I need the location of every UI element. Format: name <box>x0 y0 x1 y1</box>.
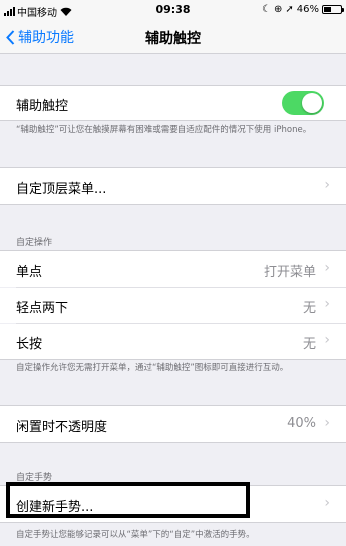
orientation-lock-icon: ⊕ <box>273 4 283 15</box>
chevron-right-icon: › <box>324 260 330 276</box>
assistive-touch-row: 辅助触控 <box>0 86 346 120</box>
custom-gestures-footnote: 自定手势让您能够记录可以从“菜单”下的“自定”中激活的手势。 <box>16 530 255 540</box>
chevron-right-icon: › <box>324 177 330 193</box>
action-label: 单点 <box>16 265 43 280</box>
customize-menu-row[interactable]: 自定顶层菜单... › <box>0 168 346 204</box>
assistive-touch-label: 辅助触控 <box>16 99 69 114</box>
action-value: 打开菜单 <box>263 265 316 280</box>
idle-opacity-row[interactable]: 闲置时不透明度 40% › <box>0 406 346 442</box>
custom-actions-footnote: 自定操作允许您无需打开菜单，通过“辅助触控”图标即可直接进行互动。 <box>16 363 289 373</box>
battery-percent: 46% <box>296 4 319 15</box>
action-value: 无 <box>302 301 316 316</box>
action-label: 长按 <box>16 337 43 352</box>
custom-actions-header: 自定操作 <box>16 238 53 248</box>
chevron-right-icon: › <box>324 332 330 348</box>
highlight-annotation-box <box>6 482 250 518</box>
toggle-knob <box>302 93 322 113</box>
navigation-bar: 辅助功能 辅助触控 <box>0 20 346 54</box>
action-value: 无 <box>302 337 316 352</box>
assistive-touch-toggle[interactable] <box>282 91 324 115</box>
idle-opacity-value: 40% <box>287 416 316 431</box>
action-label: 轻点两下 <box>16 301 69 316</box>
action-row-long-press[interactable]: 长按 无 › <box>0 324 346 359</box>
divider <box>0 442 346 443</box>
divider <box>0 359 346 360</box>
chevron-right-icon: › <box>324 415 330 431</box>
action-row-double-tap[interactable]: 轻点两下 无 › <box>0 288 346 323</box>
page-title: 辅助触控 <box>145 31 201 47</box>
assistive-touch-footnote: “辅助触控”可让您在触摸屏幕有困难或需要自适应配件的情况下使用 iPhone。 <box>16 125 312 135</box>
idle-opacity-label: 闲置时不透明度 <box>16 420 108 435</box>
location-icon: ➚ <box>285 4 294 15</box>
chevron-right-icon: › <box>324 495 330 511</box>
battery-icon <box>322 5 344 14</box>
divider <box>0 522 346 523</box>
divider <box>0 204 346 205</box>
action-row-single-tap[interactable]: 单点 打开菜单 › <box>0 251 346 287</box>
moon-icon: ☾ <box>262 4 271 15</box>
chevron-right-icon: › <box>324 296 330 312</box>
customize-menu-label: 自定顶层菜单... <box>16 182 107 197</box>
status-bar: 中国移动 09:38 ☾ ⊕ ➚ 46% <box>0 0 346 20</box>
divider <box>0 120 346 121</box>
status-right: ☾ ⊕ ➚ 46% <box>262 4 344 15</box>
